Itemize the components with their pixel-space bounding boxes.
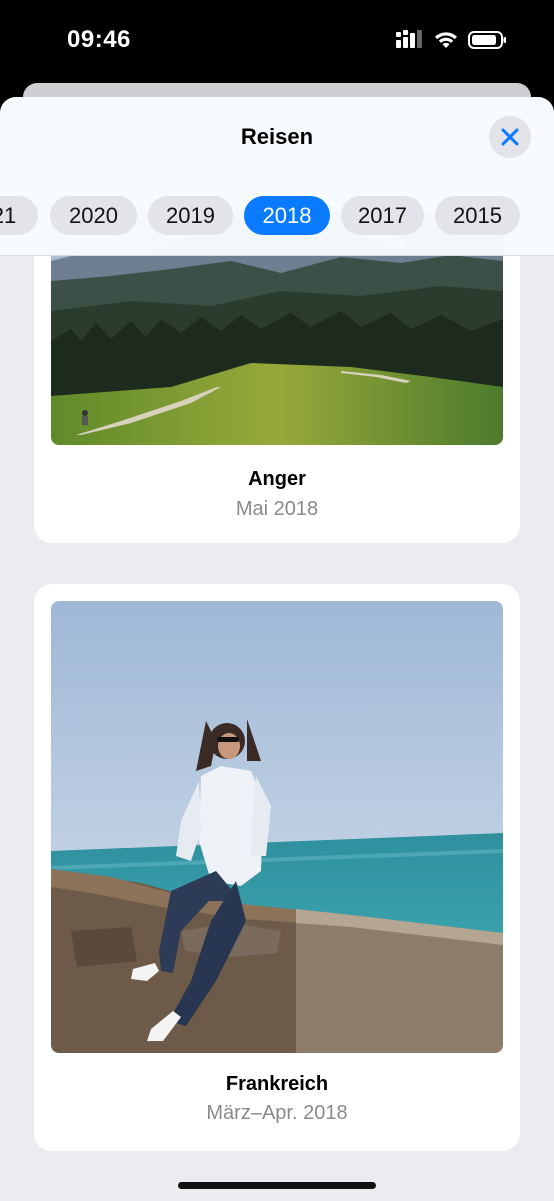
trip-photo-frankreich[interactable]	[51, 601, 503, 1053]
trip-date: März–Apr. 2018	[206, 1102, 348, 1124]
year-chip[interactable]: 2020	[50, 196, 137, 235]
year-filter-strip[interactable]: 21 2020 2019 2018 2017 2015	[0, 196, 554, 236]
trip-title: Frankreich	[225, 1073, 329, 1095]
year-chip[interactable]: 21	[0, 196, 38, 235]
home-indicator[interactable]	[178, 1182, 376, 1189]
year-chip[interactable]: 2015	[435, 196, 520, 235]
trip-card-frankreich[interactable]: Frankreich März–Apr. 2018	[34, 584, 520, 1151]
battery-icon	[468, 31, 506, 49]
status-bar: 09:46	[0, 0, 554, 84]
status-time: 09:46	[67, 26, 131, 53]
year-chip-selected[interactable]: 2018	[244, 196, 330, 235]
trip-title: Anger	[248, 468, 306, 490]
close-icon	[501, 128, 519, 146]
phone-screen: 09:46 Anger Mai 2018 Frankreich März–Apr…	[0, 0, 554, 1201]
year-chip[interactable]: 2017	[341, 196, 424, 235]
status-icons	[396, 30, 508, 50]
sheet-header: Reisen 21 2020 2019 2018 2017 2015	[0, 97, 554, 256]
cellular-signal-icon	[396, 30, 422, 48]
trips-sheet: Anger Mai 2018 Frankreich März–Apr. 2018…	[0, 97, 554, 1201]
close-button[interactable]	[489, 116, 531, 158]
wifi-icon	[435, 32, 457, 48]
trip-date: Mai 2018	[235, 498, 319, 520]
year-chip[interactable]: 2019	[148, 196, 233, 235]
page-title: Reisen	[240, 124, 314, 149]
trip-card-anger[interactable]: Anger Mai 2018	[34, 211, 520, 543]
